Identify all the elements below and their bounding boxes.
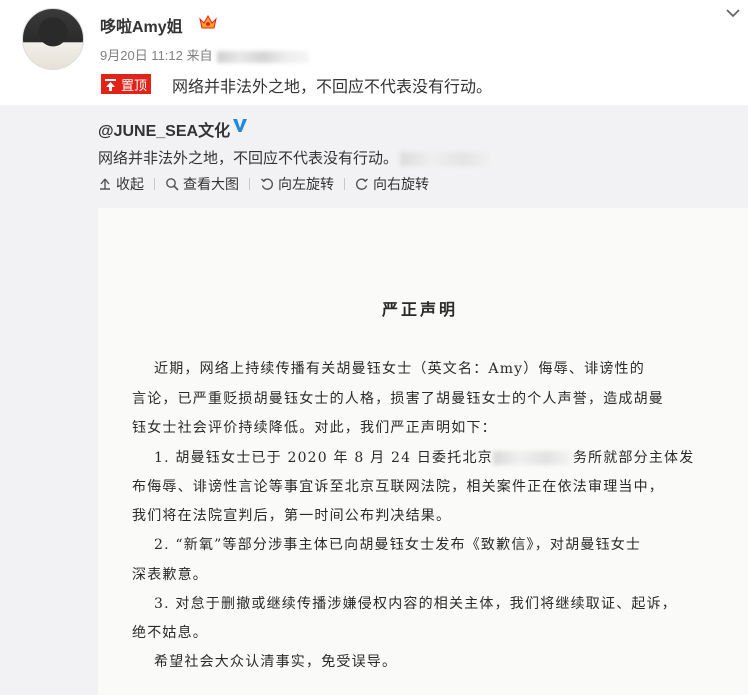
rotate-right-label: 向右旋转 bbox=[373, 176, 429, 192]
collapse-button[interactable]: 收起 bbox=[98, 174, 144, 194]
image-toolbar: 收起 查看大图 向左旋转 向右旋转 bbox=[98, 175, 429, 193]
original-text-redacted bbox=[400, 152, 497, 167]
toolbar-divider bbox=[154, 178, 155, 190]
statement-line: 1. 胡曼钰女士已于 2020 年 8 月 24 日委托北京 bbox=[154, 450, 493, 466]
username[interactable]: 哆啦Amy姐 bbox=[100, 13, 183, 37]
redacted-law-firm bbox=[492, 451, 573, 465]
verified-icon bbox=[233, 119, 247, 132]
toolbar-divider bbox=[344, 178, 345, 190]
rotate-left-label: 向左旋转 bbox=[278, 176, 334, 192]
search-icon bbox=[166, 178, 179, 191]
source-prefix: 来自 bbox=[186, 48, 213, 63]
view-large-label: 查看大图 bbox=[183, 176, 239, 192]
pinned-badge: 置顶 bbox=[101, 74, 152, 94]
rotate-left-button[interactable]: 向左旋转 bbox=[260, 174, 334, 194]
statement-line: 钰女士社会评价持续降低。对此，我们严正声明如下： bbox=[132, 420, 497, 436]
statement-line: 2. “新氧”等部分涉事主体已向胡曼钰女士发布《致歉信》，对胡曼钰女士 bbox=[154, 537, 642, 553]
chevron-down-icon[interactable] bbox=[725, 6, 741, 20]
pin-icon bbox=[105, 78, 116, 91]
timestamp[interactable]: 9月20日 11:12 bbox=[100, 48, 183, 63]
statement-line: 绝不姑息。 bbox=[132, 625, 208, 641]
post-header: 哆啦Amy姐 9月20日 11:12 来自 置顶 网络并非法外之地，不回应不代表… bbox=[0, 0, 748, 105]
statement-line: 布侮辱、诽谤性言论等事宜诉至北京互联网法院，相关案件正在依法审理当中， bbox=[132, 479, 664, 495]
post-meta: 9月20日 11:12 来自 bbox=[100, 45, 309, 64]
rotate-left-icon bbox=[261, 178, 274, 190]
statement-line: 3. 对怠于删撤或继续传播涉嫌侵权内容的相关主体，我们将继续取证、起诉， bbox=[154, 596, 678, 612]
statement-line: 言论，已严重贬损胡曼钰女士的人格，损害了胡曼钰女士的个人声誉，造成胡曼 bbox=[132, 391, 664, 407]
collapse-label: 收起 bbox=[116, 176, 144, 192]
statement-line: 我们将在法院宣判后，第一时间公布判决结果。 bbox=[132, 508, 452, 524]
source-redacted bbox=[216, 50, 309, 63]
original-author[interactable]: @JUNE_SEA文化 bbox=[98, 117, 230, 141]
view-large-button[interactable]: 查看大图 bbox=[165, 174, 239, 194]
statement-line: 希望社会大众认清事实，免受误导。 bbox=[154, 654, 398, 670]
original-text-content: 网络并非法外之地，不回应不代表没有行动。 bbox=[98, 150, 399, 167]
rotate-right-icon bbox=[355, 178, 368, 190]
post-text: 网络并非法外之地，不回应不代表没有行动。 bbox=[172, 79, 493, 96]
statement-line: 深表歉意。 bbox=[132, 567, 208, 583]
repost-container: @JUNE_SEA文化 网络并非法外之地，不回应不代表没有行动。 收起 查看大图 bbox=[0, 105, 748, 695]
pin-label: 置顶 bbox=[121, 77, 148, 93]
vip-crown-icon[interactable] bbox=[197, 13, 219, 31]
statement-title: 严正声明 bbox=[382, 300, 459, 319]
statement-line-with-redaction: 1. 胡曼钰女士已于 2020 年 8 月 24 日委托北京 务所就部分主体发 bbox=[154, 447, 694, 467]
collapse-icon bbox=[100, 178, 110, 190]
statement-line: 务所就部分主体发 bbox=[572, 450, 695, 466]
statement-line: 近期，网络上持续传播有关胡曼钰女士（英文名：Amy）侮辱、诽谤性的 bbox=[154, 361, 645, 377]
toolbar-divider bbox=[249, 178, 250, 190]
statement-image[interactable]: 严正声明 近期，网络上持续传播有关胡曼钰女士（英文名：Amy）侮辱、诽谤性的 言… bbox=[98, 208, 748, 695]
rotate-right-button[interactable]: 向右旋转 bbox=[355, 174, 429, 194]
original-text: 网络并非法外之地，不回应不代表没有行动。 bbox=[98, 147, 497, 168]
avatar[interactable] bbox=[22, 8, 84, 70]
